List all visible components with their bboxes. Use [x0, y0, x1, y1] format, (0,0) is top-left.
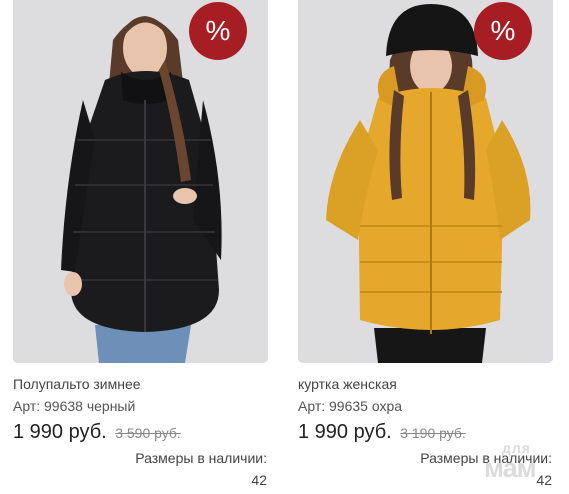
product-article: Арт: 99635 охра: [298, 398, 403, 414]
size-option[interactable]: 42: [251, 472, 267, 488]
price-row: 1 990 руб. 3 590 руб.: [13, 421, 181, 444]
current-price: 1 990 руб.: [13, 421, 107, 443]
product-article: Арт: 99638 черный: [13, 398, 136, 414]
price-row: 1 990 руб. 3 190 руб.: [298, 421, 466, 444]
sale-badge: %: [474, 2, 532, 60]
product-card[interactable]: % куртка женская Арт: 99635 охра 1 990 р…: [298, 0, 553, 494]
current-price: 1 990 руб.: [298, 421, 392, 443]
old-price: 3 190 руб.: [400, 425, 466, 441]
old-price: 3 590 руб.: [115, 425, 181, 441]
product-title[interactable]: куртка женская: [298, 376, 397, 392]
sale-badge: %: [189, 2, 247, 60]
product-title[interactable]: Полупальто зимнее: [13, 376, 141, 392]
watermark-line-2: мам: [484, 453, 537, 483]
watermark-logo: для мам: [484, 440, 560, 486]
sizes-label: Размеры в наличии:: [135, 450, 267, 466]
product-card[interactable]: % Полупальто зимнее Арт: 99638 черный 1 …: [13, 0, 268, 494]
